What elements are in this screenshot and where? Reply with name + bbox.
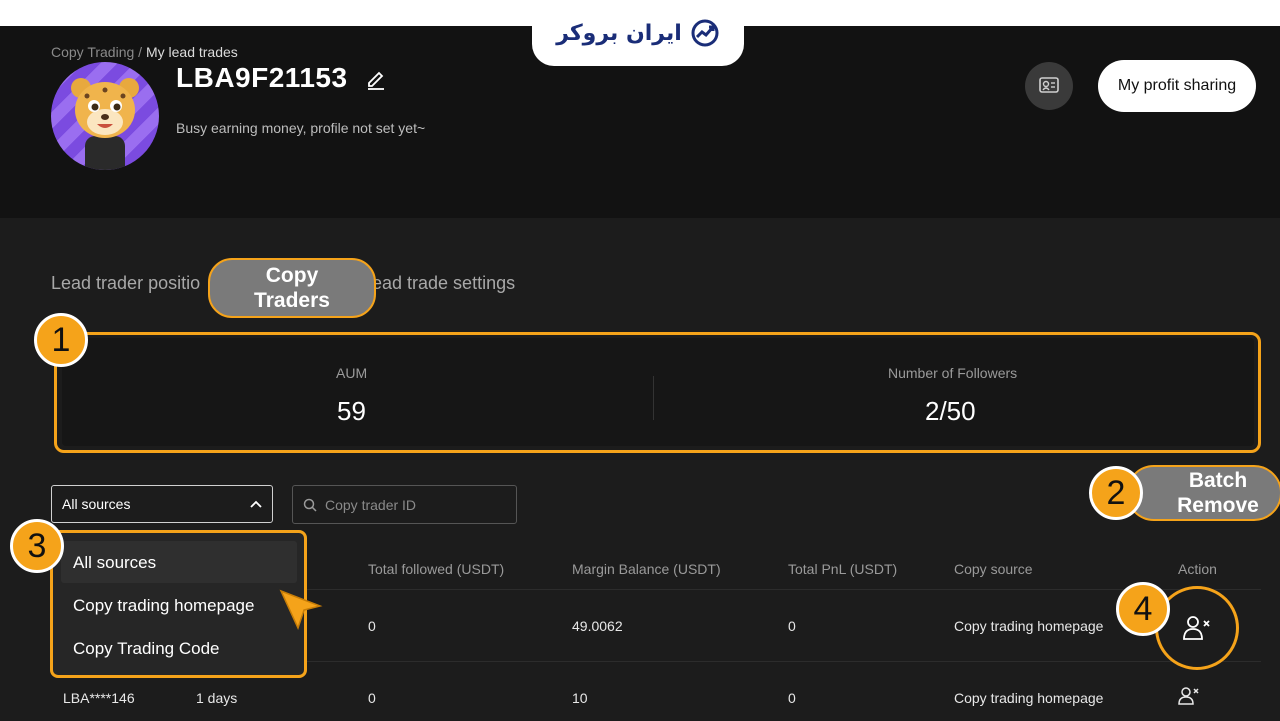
chevron-up-icon — [250, 500, 262, 508]
callout-badge-1: 1 — [34, 313, 88, 367]
tab-lead-trade-settings[interactable]: ead trade settings — [372, 273, 515, 294]
username: LBA9F21153 — [176, 62, 348, 93]
remove-user-icon — [1183, 616, 1210, 640]
brand-logo: ایران بروکر — [532, 0, 744, 66]
share-card-button[interactable] — [1025, 62, 1073, 110]
cell-copy-source: Copy trading homepage — [954, 618, 1104, 634]
profile-bio: Busy earning money, profile not set yet~ — [176, 120, 426, 136]
cell-total-followed: 0 — [368, 618, 376, 634]
col-total-pnl: Total PnL (USDT) — [788, 561, 898, 577]
stats-panel — [62, 338, 1254, 446]
callout-badge-2: 2 — [1089, 466, 1143, 520]
cell-duration: 1 days — [196, 690, 238, 706]
cell-margin-balance: 49.0062 — [572, 618, 623, 634]
brand-logo-text: ایران بروکر — [556, 20, 682, 46]
col-copy-source: Copy source — [954, 561, 1033, 577]
source-select-value: All sources — [62, 496, 131, 512]
aum-value: 59 — [337, 396, 366, 426]
dropdown-option-copy-trading-homepage[interactable]: Copy trading homepage — [73, 596, 254, 616]
col-action: Action — [1178, 561, 1217, 577]
my-profit-sharing-button[interactable]: My profit sharing — [1098, 60, 1256, 112]
breadcrumb-parent[interactable]: Copy Trading — [51, 44, 134, 60]
callout-badge-3: 3 — [10, 519, 64, 573]
remove-user-icon[interactable] — [1178, 686, 1200, 706]
pointer-arrow-icon — [279, 589, 323, 631]
batch-remove-button[interactable]: Batch Remove — [1126, 465, 1280, 521]
cell-total-followed: 0 — [368, 690, 376, 706]
copy-trader-search[interactable] — [292, 485, 517, 524]
followers-label: Number of Followers — [888, 365, 1018, 381]
avatar — [51, 62, 159, 170]
tab-lead-trader-positions[interactable]: Lead trader positio — [51, 273, 200, 294]
aum-label: AUM — [336, 365, 368, 381]
breadcrumb-current: My lead trades — [145, 44, 238, 60]
search-icon — [303, 498, 317, 512]
col-total-followed: Total followed (USDT) — [368, 561, 505, 577]
followers-value: 2/50 — [925, 396, 976, 426]
tab-copy-traders[interactable]: Copy Traders — [208, 258, 376, 318]
breadcrumb-separator: / — [138, 44, 143, 60]
breadcrumb: Copy Trading / My lead trades — [51, 44, 238, 60]
cell-copy-source: Copy trading homepage — [954, 690, 1104, 706]
source-select[interactable]: All sources — [51, 485, 273, 523]
edit-pencil-icon[interactable] — [366, 68, 386, 90]
share-card-icon — [1039, 77, 1059, 93]
dropdown-option-all-sources[interactable]: All sources — [73, 553, 156, 573]
leopard-avatar-icon — [71, 78, 139, 170]
cell-total-pnl: 0 — [788, 618, 796, 634]
search-input[interactable] — [323, 495, 507, 514]
stats-divider — [653, 376, 654, 420]
cell-margin-balance: 10 — [572, 690, 588, 706]
cell-trader-id: LBA****146 — [63, 690, 135, 706]
callout-badge-4: 4 — [1116, 582, 1170, 636]
source-dropdown-menu: All sources Copy trading homepage Copy T… — [50, 530, 307, 678]
dropdown-option-copy-trading-code[interactable]: Copy Trading Code — [73, 639, 219, 659]
chart-trend-icon — [691, 19, 719, 47]
cell-total-pnl: 0 — [788, 690, 796, 706]
col-margin-balance: Margin Balance (USDT) — [572, 561, 721, 577]
